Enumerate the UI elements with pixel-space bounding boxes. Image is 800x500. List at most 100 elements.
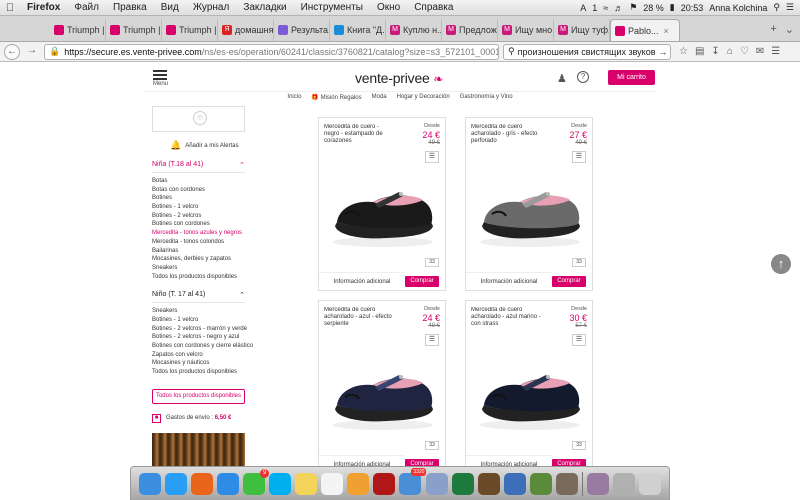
flag-icon[interactable]: ⚑: [629, 2, 637, 13]
size-badge[interactable]: 33: [425, 441, 439, 450]
reading-list-icon[interactable]: ▤: [695, 46, 704, 57]
nino-subcategory-item[interactable]: Botines - 1 velcro: [152, 316, 252, 325]
nino-subcategory-item[interactable]: Botines - 2 velcros - marrón y verde: [152, 325, 252, 334]
more-info-link[interactable]: Información adicional: [319, 455, 405, 466]
nav-moda[interactable]: Moda: [372, 94, 387, 104]
cart-button[interactable]: Mi carrito: [608, 70, 655, 85]
size-badge[interactable]: 33: [572, 441, 586, 450]
lock-icon[interactable]: 🔒: [49, 46, 60, 57]
documents-stack-icon[interactable]: [612, 472, 635, 495]
skype-icon[interactable]: [269, 472, 292, 495]
nina-subcategory-item[interactable]: Botines con cordones: [152, 220, 252, 229]
nina-subcategory-item[interactable]: Bailarinas: [152, 247, 252, 256]
search-engine-icon[interactable]: ⚲: [508, 46, 515, 57]
menu-view[interactable]: Вид: [154, 2, 186, 13]
nina-subcategory-item[interactable]: Todos los productos disponibles: [152, 273, 252, 282]
buy-button[interactable]: Comprar: [405, 276, 439, 287]
app-store-icon[interactable]: [165, 472, 188, 495]
users-icon[interactable]: ♟: [557, 72, 567, 85]
nina-subcategory-item[interactable]: Botines - 2 velcros: [152, 212, 252, 221]
apple-icon[interactable]: : [0, 2, 20, 14]
compare-icon[interactable]: ☰: [572, 151, 586, 163]
firefox-icon[interactable]: [191, 472, 214, 495]
nav-gastronomia[interactable]: Gastronomía y Vino: [460, 94, 513, 104]
tab-4[interactable]: Результа...: [274, 19, 330, 41]
volume-icon[interactable]: ♬: [614, 3, 623, 13]
menu-file[interactable]: Файл: [67, 2, 106, 13]
menu-edit[interactable]: Правка: [106, 2, 154, 13]
nino-subcategory-item[interactable]: Botines con cordones y cierre elástico: [152, 342, 253, 351]
buy-button[interactable]: Comprar: [552, 276, 586, 287]
finder-icon[interactable]: [139, 472, 161, 495]
search-bar[interactable]: ⚲ произношения свистящих звуков →: [503, 43, 671, 60]
more-info-link[interactable]: Información adicional: [466, 272, 552, 292]
all-products-button[interactable]: Todos los productos disponibles: [152, 388, 245, 404]
tab-5[interactable]: Книга "Д...: [330, 19, 386, 41]
menu-history[interactable]: Журнал: [186, 2, 237, 13]
size-badge[interactable]: 33: [572, 258, 586, 267]
nino-subcategory-item[interactable]: Sneakers: [152, 307, 252, 316]
nino-subcategory-item[interactable]: Mocasines y náuticos: [152, 359, 252, 368]
more-info-link[interactable]: Información adicional: [319, 272, 405, 292]
nina-subcategory-item[interactable]: Sneakers: [152, 264, 252, 273]
tab-0[interactable]: Triumph |...: [50, 19, 106, 41]
product-name[interactable]: Mercedita de cuero - negro - estampado d…: [324, 124, 394, 146]
mail-icon[interactable]: 3320: [399, 467, 427, 495]
photos-icon[interactable]: [347, 472, 370, 495]
downloads-stack-icon[interactable]: [586, 472, 609, 495]
battery-icon[interactable]: ▮: [670, 2, 675, 13]
add-alert-link[interactable]: 🔔 Añadir a mis Alertas: [152, 140, 252, 151]
close-tab-icon[interactable]: ×: [664, 26, 669, 36]
shoe-image[interactable]: [474, 347, 586, 437]
keynote-icon[interactable]: [503, 472, 526, 495]
help-icon[interactable]: ?: [577, 71, 589, 83]
compare-icon[interactable]: ☰: [572, 334, 586, 346]
url-bar[interactable]: 🔒 https://secure.es.vente-privee.com/ns/…: [44, 43, 499, 60]
product-name[interactable]: Mercedita de cuero acharolado - azul - e…: [324, 307, 394, 329]
compare-icon[interactable]: ☰: [425, 151, 439, 163]
promo-banner-image[interactable]: [152, 432, 245, 466]
menu-label[interactable]: Menu: [153, 81, 168, 87]
nina-subcategory-item[interactable]: Mercedita - tonos azules y negros: [152, 229, 252, 238]
nina-subcategory-item[interactable]: Mocasines, derbies y zapatos: [152, 255, 252, 264]
nav-inicio[interactable]: Inicio: [287, 94, 301, 104]
more-info-link[interactable]: Información adicional: [466, 455, 552, 466]
clock[interactable]: 20:53: [681, 3, 704, 13]
menu-tools[interactable]: Инструменты: [294, 2, 370, 13]
product-card[interactable]: Mercedita de cuero acharolado - gris - e…: [465, 117, 593, 291]
wifi-icon[interactable]: ≈: [603, 3, 608, 13]
tab-1[interactable]: Triumph |...: [106, 19, 162, 41]
scroll-top-button[interactable]: ↑: [771, 254, 791, 274]
site-logo[interactable]: vente-privee ❧: [355, 70, 443, 86]
nina-subcategory-item[interactable]: Botas: [152, 177, 252, 186]
battery-percent[interactable]: 28 %: [643, 3, 664, 13]
excel-icon[interactable]: [451, 472, 474, 495]
safari-icon[interactable]: [217, 472, 240, 495]
shoe-image[interactable]: [327, 347, 439, 437]
trash-icon[interactable]: [638, 472, 661, 495]
pocket-icon[interactable]: ♡: [740, 46, 749, 57]
photo-booth-icon[interactable]: [373, 472, 396, 495]
notification-center-icon[interactable]: ☰: [786, 2, 794, 13]
home-icon[interactable]: ⌂: [727, 46, 733, 57]
nina-subcategory-item[interactable]: Botines: [152, 194, 252, 203]
iphoto-icon[interactable]: [477, 472, 500, 495]
tab-7[interactable]: MПредлож...: [442, 19, 498, 41]
user-name[interactable]: Anna Kolchina: [709, 3, 767, 13]
nino-subcategory-item[interactable]: Zapatos con velcro: [152, 351, 252, 360]
product-name[interactable]: Mercedita de cuero acharolado - gris - e…: [471, 124, 541, 146]
calendar-icon[interactable]: [321, 472, 344, 495]
product-card[interactable]: Mercedita de cuero acharolado - azul mar…: [465, 300, 593, 466]
adobe-icon[interactable]: A: [580, 3, 586, 13]
product-card[interactable]: Mercedita de cuero - negro - estampado d…: [318, 117, 446, 291]
forward-button[interactable]: →: [24, 44, 40, 60]
size-badge[interactable]: 33: [425, 258, 439, 267]
tree-app-icon[interactable]: [529, 472, 552, 495]
messages-icon[interactable]: 9: [243, 468, 270, 495]
menu-help[interactable]: Справка: [407, 2, 460, 13]
search-go-icon[interactable]: →: [658, 47, 667, 57]
notes-icon[interactable]: [295, 472, 318, 495]
tab-2[interactable]: Triumph |...: [162, 19, 218, 41]
tab-10[interactable]: Pablo... ×: [610, 19, 680, 41]
chat-icon[interactable]: ✉: [756, 46, 764, 57]
